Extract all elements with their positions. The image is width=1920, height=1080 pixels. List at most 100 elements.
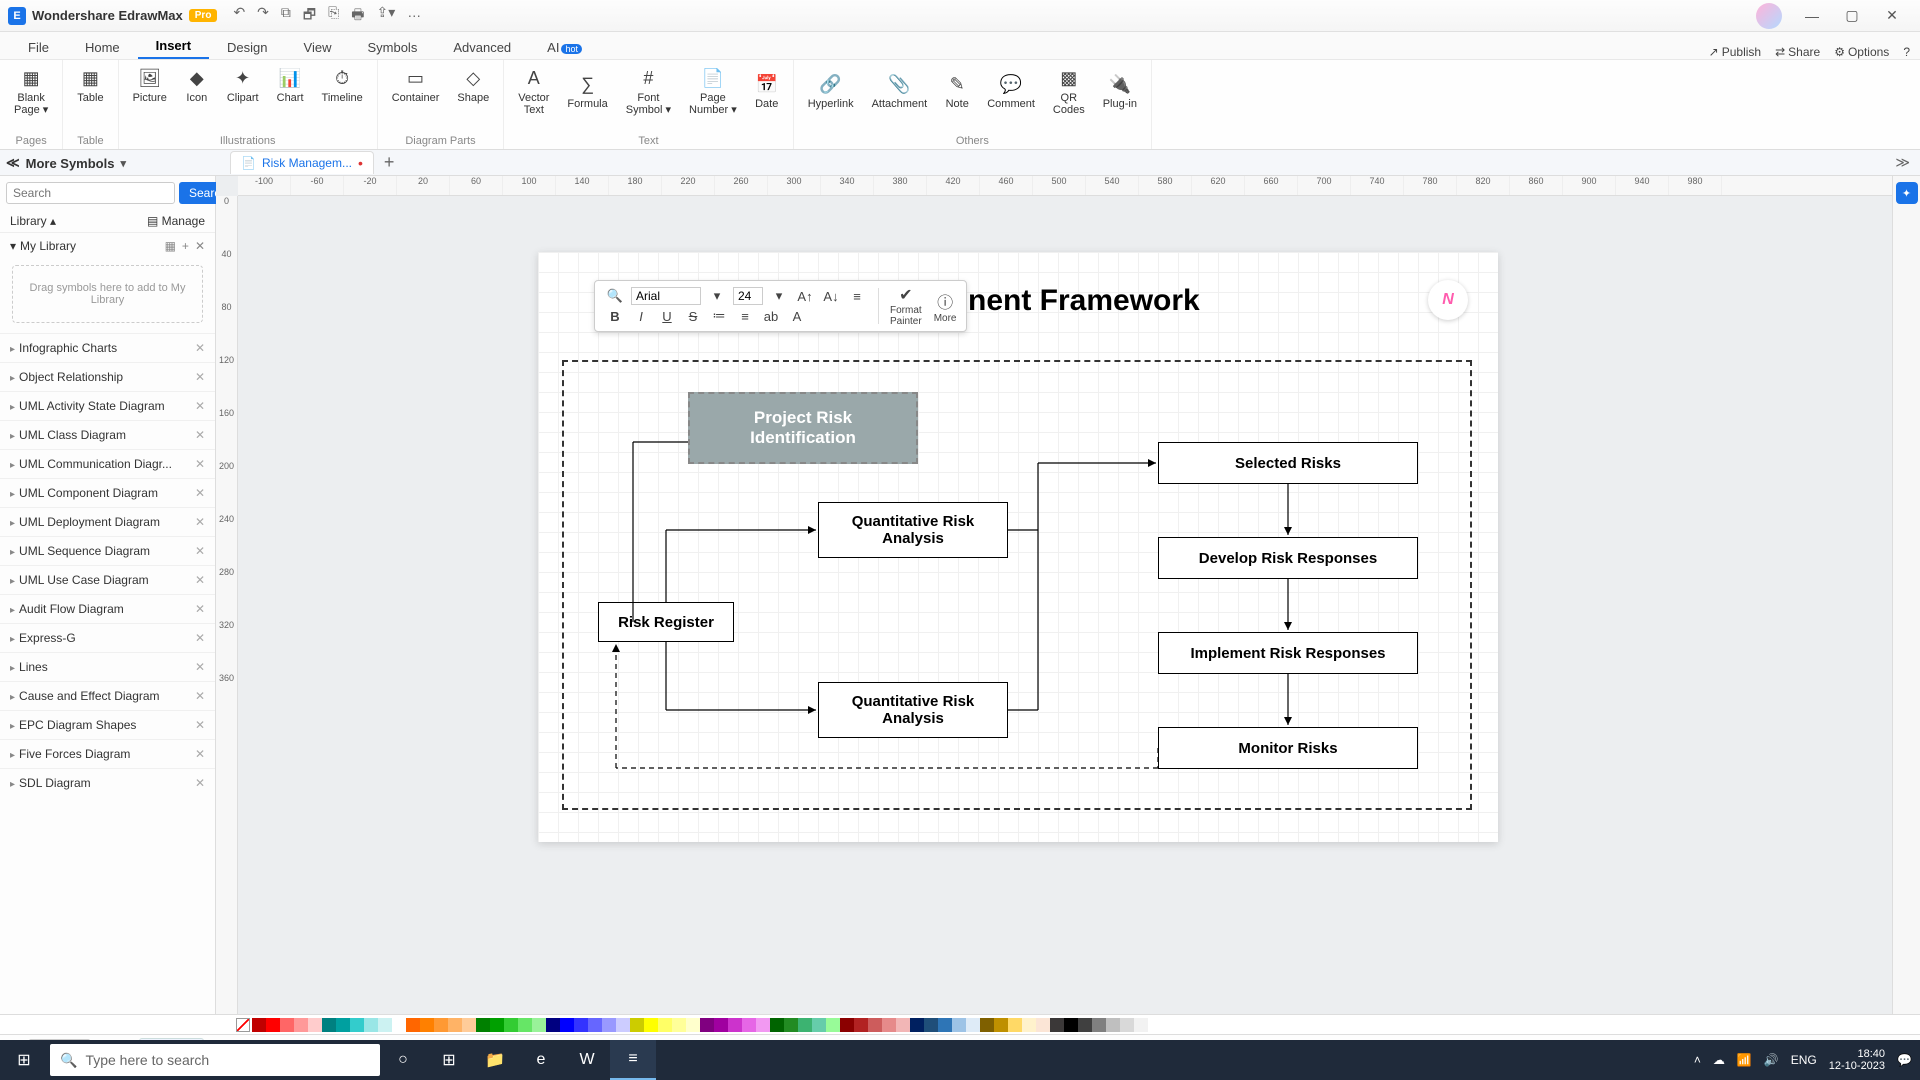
collapse-side-icon[interactable]: ≪	[6, 155, 20, 171]
menu-home[interactable]: Home	[67, 36, 138, 59]
color-swatch[interactable]	[1078, 1018, 1092, 1032]
color-swatch[interactable]	[350, 1018, 364, 1032]
category-close-icon[interactable]: ✕	[195, 544, 205, 558]
category-object-relationship[interactable]: ▸Object Relationship✕	[0, 362, 215, 391]
color-swatch[interactable]	[742, 1018, 756, 1032]
box-risk-register[interactable]: Risk Register	[598, 602, 734, 642]
color-swatch[interactable]	[252, 1018, 266, 1032]
color-swatch[interactable]	[602, 1018, 616, 1032]
color-swatch[interactable]	[798, 1018, 812, 1032]
color-swatch[interactable]	[560, 1018, 574, 1032]
mylib-add-icon[interactable]: +	[182, 239, 189, 253]
category-close-icon[interactable]: ✕	[195, 515, 205, 529]
category-uml-class-diagram[interactable]: ▸UML Class Diagram✕	[0, 420, 215, 449]
category-close-icon[interactable]: ✕	[195, 399, 205, 413]
color-swatch[interactable]	[476, 1018, 490, 1032]
ribbon-clipart-button[interactable]: ✦Clipart	[219, 64, 267, 106]
color-swatch[interactable]	[266, 1018, 280, 1032]
word-icon[interactable]: W	[564, 1040, 610, 1080]
box-risk-identification[interactable]: Project Risk Identification	[688, 392, 918, 464]
color-swatch[interactable]	[1092, 1018, 1106, 1032]
font-size-input[interactable]	[733, 287, 763, 305]
box-monitor-risks[interactable]: Monitor Risks	[1158, 727, 1418, 769]
ribbon-picture-button[interactable]: 🖼Picture	[125, 64, 175, 106]
user-avatar[interactable]	[1756, 3, 1782, 29]
color-swatch[interactable]	[294, 1018, 308, 1032]
box-quant-analysis-2[interactable]: Quantitative Risk Analysis	[818, 682, 1008, 738]
color-swatch[interactable]	[868, 1018, 882, 1032]
save-icon[interactable]: ⎘	[328, 4, 339, 28]
color-swatch[interactable]	[1008, 1018, 1022, 1032]
color-swatch[interactable]	[434, 1018, 448, 1032]
tray-wifi-icon[interactable]: 📶	[1737, 1053, 1752, 1067]
color-swatch[interactable]	[826, 1018, 840, 1032]
color-swatch[interactable]	[308, 1018, 322, 1032]
category-close-icon[interactable]: ✕	[195, 689, 205, 703]
ribbon-timeline-button[interactable]: ⏱Timeline	[314, 64, 371, 106]
color-swatch[interactable]	[770, 1018, 784, 1032]
symbol-search-input[interactable]	[6, 182, 175, 204]
category-close-icon[interactable]: ✕	[195, 457, 205, 471]
side-title-caret-icon[interactable]: ▾	[120, 157, 126, 170]
ribbon-font-symbol--button[interactable]: #Font Symbol ▾	[618, 64, 679, 118]
align-icon[interactable]: ≡	[847, 287, 867, 305]
color-swatch[interactable]	[1022, 1018, 1036, 1032]
ribbon-chart-button[interactable]: 📊Chart	[269, 64, 312, 106]
collapse-right-icon[interactable]: ≫	[1895, 154, 1910, 171]
color-swatch[interactable]	[280, 1018, 294, 1032]
minimize-button[interactable]: —	[1792, 2, 1832, 30]
category-close-icon[interactable]: ✕	[195, 747, 205, 761]
color-swatch[interactable]	[1050, 1018, 1064, 1032]
category-close-icon[interactable]: ✕	[195, 660, 205, 674]
print-icon[interactable]: 🖶	[351, 4, 364, 28]
ribbon-page-number--button[interactable]: 📄Page Number ▾	[681, 64, 745, 118]
bullets-icon[interactable]: ≔	[709, 307, 729, 325]
tray-lang[interactable]: ENG	[1791, 1053, 1817, 1067]
color-swatch[interactable]	[994, 1018, 1008, 1032]
format-painter-button[interactable]: ✔Format Painter	[886, 285, 926, 327]
category-cause-and-effect-diagram[interactable]: ▸Cause and Effect Diagram✕	[0, 681, 215, 710]
mylib-close-icon[interactable]: ✕	[195, 239, 205, 253]
category-epc-diagram-shapes[interactable]: ▸EPC Diagram Shapes✕	[0, 710, 215, 739]
category-close-icon[interactable]: ✕	[195, 776, 205, 790]
menu-file[interactable]: File	[10, 36, 67, 59]
taskview-icon[interactable]: ○	[380, 1040, 426, 1080]
edge-icon[interactable]: e	[518, 1040, 564, 1080]
box-implement-responses[interactable]: Implement Risk Responses	[1158, 632, 1418, 674]
color-swatch[interactable]	[854, 1018, 868, 1032]
drawing-page[interactable]: N 🔍 ▾ ▾ A↑ A↓ ≡	[538, 252, 1498, 842]
ribbon-comment-button[interactable]: 💬Comment	[979, 64, 1043, 118]
box-quant-analysis-1[interactable]: Quantitative Risk Analysis	[818, 502, 1008, 558]
tray-notify-icon[interactable]: 💬	[1897, 1053, 1912, 1067]
category-uml-deployment-diagram[interactable]: ▸UML Deployment Diagram✕	[0, 507, 215, 536]
ai-badge-icon[interactable]: N	[1428, 280, 1468, 320]
color-swatch[interactable]	[910, 1018, 924, 1032]
ribbon-attachment-button[interactable]: 📎Attachment	[864, 64, 936, 118]
help-button[interactable]: ?	[1903, 45, 1910, 59]
start-button[interactable]: ⊞	[0, 1040, 48, 1080]
textfx-icon[interactable]: ab	[761, 307, 781, 325]
ribbon-date-button[interactable]: 📅Date	[747, 64, 787, 118]
close-button[interactable]: ✕	[1872, 2, 1912, 30]
color-swatch[interactable]	[322, 1018, 336, 1032]
category-close-icon[interactable]: ✕	[195, 486, 205, 500]
color-swatch[interactable]	[700, 1018, 714, 1032]
category-close-icon[interactable]: ✕	[195, 602, 205, 616]
color-swatch[interactable]	[784, 1018, 798, 1032]
new-tab-button[interactable]: +	[384, 152, 395, 173]
color-swatch[interactable]	[756, 1018, 770, 1032]
category-close-icon[interactable]: ✕	[195, 631, 205, 645]
open-icon[interactable]: 🗗	[303, 4, 316, 28]
category-uml-use-case-diagram[interactable]: ▸UML Use Case Diagram✕	[0, 565, 215, 594]
color-swatch[interactable]	[1134, 1018, 1148, 1032]
color-swatch[interactable]	[812, 1018, 826, 1032]
new-icon[interactable]: ⧉	[281, 4, 291, 28]
color-swatch[interactable]	[588, 1018, 602, 1032]
tray-caret-icon[interactable]: ˄	[1694, 1053, 1701, 1067]
color-swatch[interactable]	[448, 1018, 462, 1032]
menu-view[interactable]: View	[286, 36, 350, 59]
ribbon-shape-button[interactable]: ◇Shape	[449, 64, 497, 106]
color-swatch[interactable]	[574, 1018, 588, 1032]
doc-tab-risk[interactable]: 📄 Risk Managem... •	[230, 151, 374, 174]
font-picker-icon[interactable]: 🔍	[605, 287, 625, 305]
